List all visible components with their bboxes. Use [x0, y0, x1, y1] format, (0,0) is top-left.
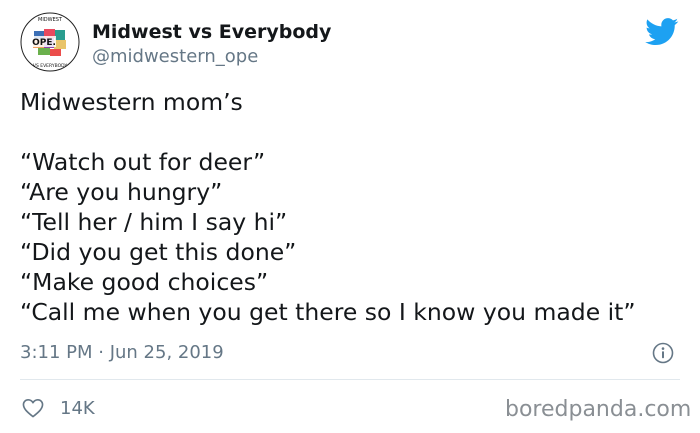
tweet-line: “Call me when you get there so I know yo…: [20, 298, 636, 326]
tweet-line: “Tell her / him I say hi”: [20, 208, 288, 236]
heart-icon: [22, 399, 44, 418]
svg-text:VS EVERYBODY: VS EVERYBODY: [33, 63, 67, 69]
twitter-bird-icon[interactable]: [645, 18, 679, 46]
like-button[interactable]: 14K: [22, 396, 95, 420]
svg-text:MIDWEST: MIDWEST: [38, 17, 63, 23]
tweet-timestamp[interactable]: 3:11 PM · Jun 25, 2019: [20, 341, 224, 365]
author-display-name[interactable]: Midwest vs Everybody: [92, 20, 331, 44]
tweet-line: “Watch out for deer”: [20, 148, 266, 176]
author-handle[interactable]: @midwestern_ope: [92, 45, 331, 69]
tweet-line: “Did you get this done”: [20, 238, 297, 266]
tweet-text: Midwestern mom’s “Watch out for deer” “A…: [20, 87, 690, 327]
tweet-line: “Make good choices”: [20, 268, 269, 296]
author-block[interactable]: Midwest vs Everybody @midwestern_ope: [92, 20, 331, 69]
info-icon[interactable]: [652, 342, 674, 364]
tweet-line: “Are you hungry”: [20, 178, 223, 206]
avatar-logo-icon: OPE. MIDWEST VS EVERYBODY: [20, 12, 80, 72]
watermark: boredpanda.com: [505, 397, 692, 422]
tweet-card: OPE. MIDWEST VS EVERYBODY Midwest vs Eve…: [0, 0, 700, 433]
divider: [20, 379, 680, 380]
avatar[interactable]: OPE. MIDWEST VS EVERYBODY: [20, 12, 80, 72]
like-count: 14K: [60, 397, 95, 419]
tweet-line: [20, 117, 690, 147]
tweet-line: Midwestern mom’s: [20, 88, 243, 116]
svg-text:OPE.: OPE.: [32, 38, 56, 48]
